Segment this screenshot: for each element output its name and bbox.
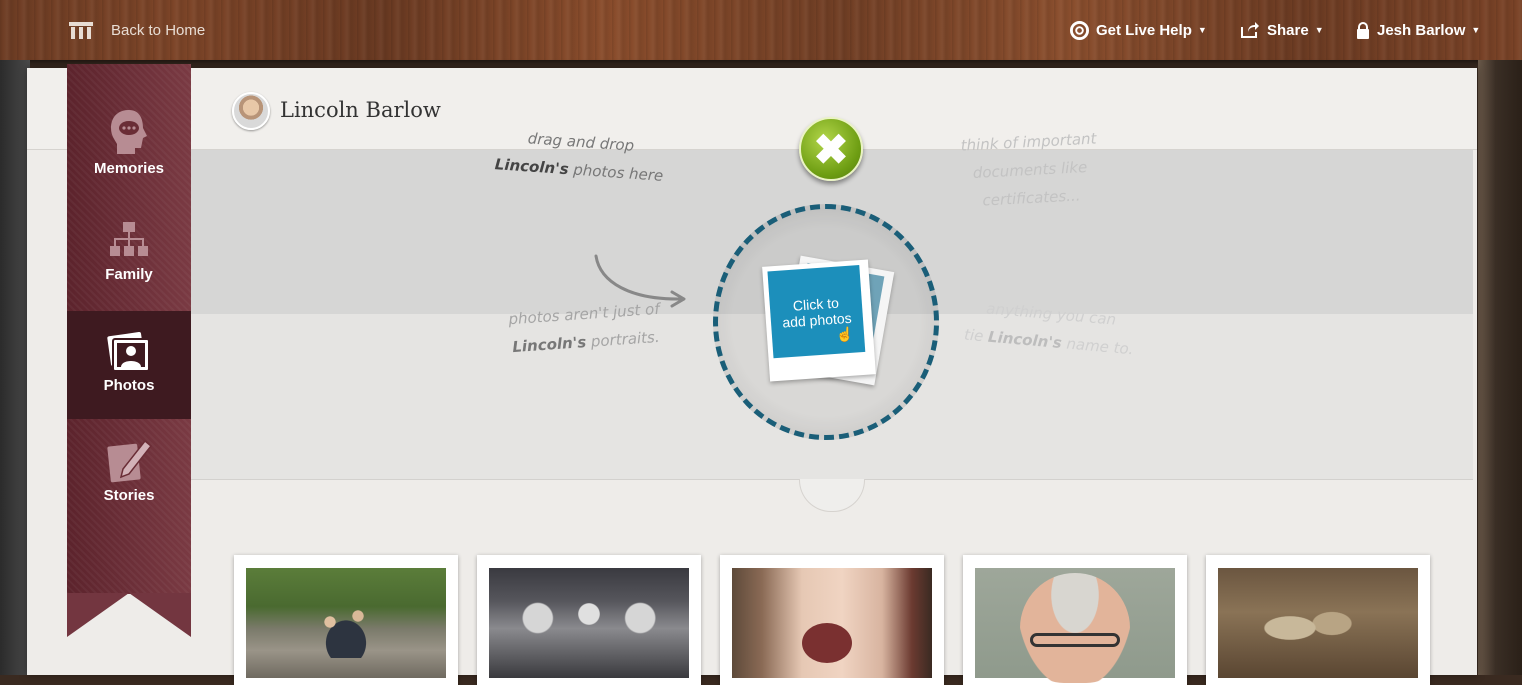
hint-text: certificates... bbox=[982, 186, 1081, 210]
close-icon: ✖ bbox=[813, 125, 849, 173]
sidebar-item-stories[interactable]: Stories bbox=[67, 437, 191, 504]
lifebuoy-icon bbox=[1070, 20, 1089, 40]
sidebar-ribbon: Memories Family Photos Stories bbox=[67, 64, 191, 637]
top-bar: Back to Home Get Live Help ▼ Share ▼ Jes… bbox=[0, 0, 1522, 60]
page-title: Lincoln Barlow bbox=[280, 98, 441, 122]
user-menu[interactable]: Jesh Barlow ▼ bbox=[1356, 0, 1480, 60]
close-button[interactable]: ✖ bbox=[799, 117, 863, 181]
get-live-help-menu[interactable]: Get Live Help ▼ bbox=[1070, 0, 1207, 60]
family-tree-icon bbox=[110, 222, 148, 256]
sidebar-item-family[interactable]: Family bbox=[67, 220, 191, 283]
older-man-portrait bbox=[975, 568, 1175, 683]
back-to-home-label: Back to Home bbox=[111, 21, 206, 39]
back-to-home-link[interactable]: Back to Home bbox=[68, 0, 205, 60]
photos-icon bbox=[107, 332, 150, 372]
hint-text: portraits. bbox=[590, 327, 661, 351]
sidebar-item-label: Family bbox=[105, 266, 153, 283]
sidebar-item-label: Memories bbox=[93, 160, 165, 177]
hint-text: photos here bbox=[572, 160, 664, 185]
share-menu[interactable]: Share ▼ bbox=[1240, 0, 1324, 60]
hand-cursor-icon: ☝ bbox=[836, 326, 854, 342]
share-icon bbox=[1241, 22, 1259, 38]
ribbon-tip bbox=[67, 593, 191, 637]
documents-hint: think of important documents like certif… bbox=[928, 123, 1132, 217]
hint-text: anything you can bbox=[985, 299, 1117, 329]
photo-thumbnail[interactable] bbox=[234, 555, 458, 685]
hint-text: documents like bbox=[972, 158, 1088, 182]
share-label: Share bbox=[1267, 21, 1309, 39]
three-men-photo bbox=[489, 568, 689, 678]
family-outdoor-photo bbox=[246, 568, 446, 678]
chevron-down-icon: ▼ bbox=[1197, 25, 1207, 35]
chevron-down-icon: ▼ bbox=[1471, 25, 1481, 35]
hint-text: photos aren't just of bbox=[507, 299, 661, 329]
hint-text: think of important bbox=[960, 129, 1097, 155]
sepia-outdoor-photo bbox=[1218, 568, 1418, 678]
hint-name: Lincoln's bbox=[494, 155, 570, 179]
home-icon bbox=[69, 22, 93, 39]
hint-name: Lincoln's bbox=[511, 332, 587, 357]
pen-paper-icon bbox=[107, 439, 153, 483]
hint-text: name to. bbox=[1065, 334, 1135, 359]
photo-thumbnail[interactable] bbox=[963, 555, 1187, 685]
photo-thumbnail[interactable] bbox=[720, 555, 944, 685]
sidebar-item-label: Stories bbox=[103, 487, 155, 504]
avatar[interactable] bbox=[232, 92, 270, 130]
chevron-down-icon: ▼ bbox=[1314, 25, 1324, 35]
hint-name: Lincoln's bbox=[987, 327, 1063, 353]
left-frame-edge bbox=[0, 60, 30, 675]
lock-icon bbox=[1357, 21, 1369, 39]
baby-photo bbox=[732, 568, 932, 678]
hint-text: drag and drop bbox=[527, 129, 635, 155]
photo-thumbnail[interactable] bbox=[1206, 555, 1430, 685]
photo-thumbnail[interactable] bbox=[477, 555, 701, 685]
sidebar-item-photos[interactable]: Photos bbox=[67, 311, 191, 419]
head-chat-icon bbox=[111, 110, 147, 154]
right-frame-edge bbox=[1478, 60, 1522, 675]
add-photos-label: Click to add photos bbox=[767, 265, 866, 359]
add-photos-button[interactable]: Click to add photos bbox=[762, 259, 876, 382]
hint-text: tie bbox=[963, 325, 985, 346]
user-name-label: Jesh Barlow bbox=[1377, 21, 1466, 39]
sidebar-item-memories[interactable]: Memories bbox=[67, 108, 191, 177]
sidebar-item-label: Photos bbox=[103, 377, 155, 394]
get-live-help-label: Get Live Help bbox=[1096, 21, 1192, 39]
